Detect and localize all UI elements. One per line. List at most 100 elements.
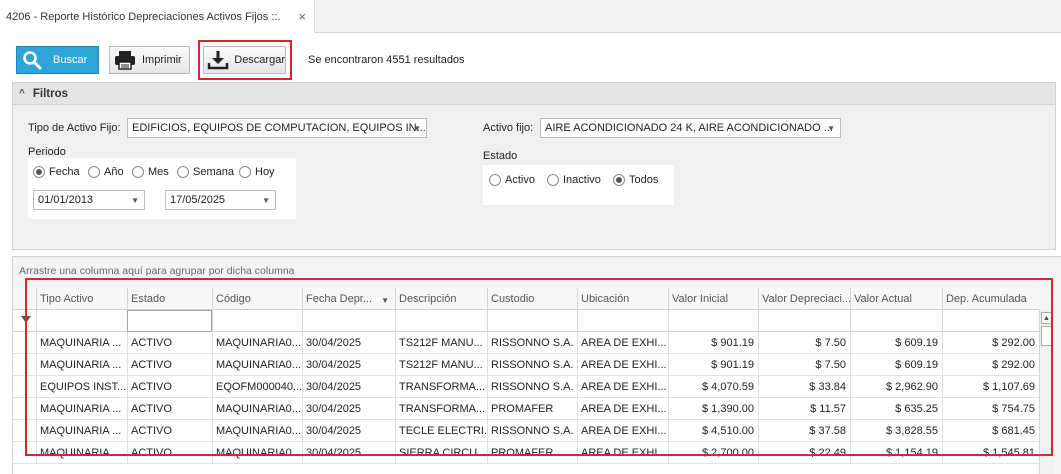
table-cell: ACTIVO — [127, 442, 212, 464]
period-radio-fecha[interactable]: Fecha — [33, 166, 80, 178]
print-button[interactable]: Imprimir — [109, 46, 190, 74]
table-cell: $ 7.50 — [758, 332, 850, 354]
scrollbar-thumb[interactable] — [1041, 326, 1052, 346]
table-row[interactable]: MAQUINARIA ... ACTIVO MAQUINARIA0... 30/04/… — [13, 332, 1039, 354]
filter-cell-descripcion[interactable] — [395, 310, 487, 332]
vertical-scrollbar[interactable]: ▲ — [1039, 310, 1053, 474]
period-radio-mes[interactable]: Mes — [132, 166, 169, 178]
table-cell: $ 2,700.00 — [668, 442, 758, 464]
filter-cell-tipo-activo[interactable] — [36, 310, 127, 332]
table-row[interactable]: MAQUINARIA ... ACTIVO MAQUINARIA0... 30/04/… — [13, 398, 1039, 420]
table-cell: $ 681.45 — [942, 420, 1039, 442]
period-radio-semana[interactable]: Semana — [177, 166, 234, 178]
column-header-ubicacion[interactable]: Ubicación — [577, 288, 668, 310]
table-cell: $ 11.57 — [758, 398, 850, 420]
search-button-label: Buscar — [53, 54, 88, 66]
printer-icon — [112, 47, 138, 73]
table-cell: $ 33.84 — [758, 376, 850, 398]
filter-cell-dep-acumulada[interactable] — [942, 310, 1039, 332]
table-cell: MAQUINARIA ... — [36, 398, 127, 420]
fixed-asset-select[interactable]: AIRE ACONDICIONADO 24 K, AIRE ACONDICION… — [540, 118, 841, 138]
table-cell: $ 754.75 — [942, 398, 1039, 420]
table-cell: $ 7.50 — [758, 354, 850, 376]
table-cell: 30/04/2025 — [302, 376, 395, 398]
filter-cell-ubicacion[interactable] — [577, 310, 668, 332]
table-cell: $ 609.19 — [850, 354, 942, 376]
column-header-dep-acumulada[interactable]: Dep. Acumulada — [942, 288, 1039, 310]
table-cell: TS212F MANU... — [395, 354, 487, 376]
table-row[interactable]: MAQUINARIA ... ACTIVO MAQUINARIA0... 30/04/… — [13, 420, 1039, 442]
search-icon — [19, 47, 45, 73]
tab-bar: 4206 - Reporte Histórico Depreciaciones … — [0, 0, 1061, 33]
status-radio-todos[interactable]: Todos — [613, 174, 658, 186]
filters-header[interactable]: ^ Filtros — [13, 83, 1055, 105]
table-cell: MAQUINARIA0... — [212, 442, 302, 464]
column-header-estado[interactable]: Estado — [127, 288, 212, 310]
date-from-picker[interactable]: 01/01/2013 ▼ — [33, 190, 145, 210]
table-cell: $ 1,154.19 — [850, 442, 942, 464]
table-cell: $ 901.19 — [668, 354, 758, 376]
table-cell: $ 4,070.59 — [668, 376, 758, 398]
table-cell: AREA DE EXHI... — [577, 420, 668, 442]
filter-cell-codigo[interactable] — [212, 310, 302, 332]
search-button[interactable]: Buscar — [16, 46, 99, 74]
table-cell: 30/04/2025 — [302, 442, 395, 464]
period-radio-ano[interactable]: Año — [88, 166, 124, 178]
table-cell: RISSONNO S.A. — [487, 420, 577, 442]
table-cell: $ 3,828.55 — [850, 420, 942, 442]
filter-cell-valor-inicial[interactable] — [668, 310, 758, 332]
filter-cell-fecha[interactable] — [302, 310, 395, 332]
results-count: Se encontraron 4551 resultados — [308, 54, 465, 66]
status-radio-inactivo[interactable]: Inactivo — [547, 174, 601, 186]
chevron-down-icon: ▼ — [131, 196, 139, 205]
table-cell: AREA DE EXHI... — [577, 442, 668, 464]
status-radio-activo[interactable]: Activo — [489, 174, 535, 186]
table-cell: MAQUINARIA ... — [36, 420, 127, 442]
table-cell: 30/04/2025 — [302, 420, 395, 442]
asset-type-select[interactable]: EDIFICIOS, EQUIPOS DE COMPUTACION, EQUIP… — [127, 118, 427, 138]
status-label: Estado — [483, 150, 518, 162]
filter-cell-valor-depreciacion[interactable] — [758, 310, 850, 332]
period-option-hoy: Hoy — [255, 166, 275, 178]
table-cell: MAQUINARIA0... — [212, 332, 302, 354]
download-highlight-box — [198, 40, 292, 80]
table-cell: $ 609.19 — [850, 332, 942, 354]
table-row[interactable]: MAQUINARIA ... ACTIVO MAQUINARIA0... 30/04/… — [13, 354, 1039, 376]
close-icon[interactable]: × — [298, 9, 306, 24]
fixed-asset-label: Activo fijo: — [483, 122, 534, 134]
column-header-tipo-activo[interactable]: Tipo Activo — [36, 288, 127, 310]
table-cell: EQUIPOS INST... — [36, 376, 127, 398]
report-tab[interactable]: 4206 - Reporte Histórico Depreciaciones … — [0, 0, 315, 33]
table-cell: PROMAFER — [487, 442, 577, 464]
filter-cell-valor-actual[interactable] — [850, 310, 942, 332]
filter-cell-estado[interactable] — [127, 310, 212, 332]
table-row[interactable]: EQUIPOS INST... ACTIVO EQOFM000040... 30/04… — [13, 376, 1039, 398]
table-cell: ACTIVO — [127, 376, 212, 398]
group-by-hint: Arrastre una columna aquí para agrupar p… — [19, 265, 295, 277]
filters-title: Filtros — [32, 87, 68, 100]
column-header-custodio[interactable]: Custodio — [487, 288, 577, 310]
table-cell: 30/04/2025 — [302, 332, 395, 354]
column-header-valor-inicial[interactable]: Valor Inicial — [668, 288, 758, 310]
filter-icon[interactable] — [21, 316, 31, 323]
table-cell: RISSONNO S.A. — [487, 376, 577, 398]
column-header-valor-actual[interactable]: Valor Actual — [850, 288, 942, 310]
table-cell: $ 22.49 — [758, 442, 850, 464]
period-label: Periodo — [28, 146, 66, 158]
table-cell: ACTIVO — [127, 332, 212, 354]
table-cell: $ 292.00 — [942, 354, 1039, 376]
column-header-descripcion[interactable]: Descripción — [395, 288, 487, 310]
column-header-codigo[interactable]: Código — [212, 288, 302, 310]
column-header-fecha[interactable]: Fecha Depr... ▼ — [302, 288, 395, 310]
table-row[interactable]: MAQUINARIA ... ACTIVO MAQUINARIA0... 30/04/… — [13, 442, 1039, 464]
radio-icon — [547, 174, 559, 186]
period-radio-hoy[interactable]: Hoy — [239, 166, 275, 178]
table-cell: $ 292.00 — [942, 332, 1039, 354]
column-header-valor-depreciacion[interactable]: Valor Depreciaci... — [758, 288, 850, 310]
table-cell: $ 4,510.00 — [668, 420, 758, 442]
radio-icon — [239, 166, 251, 178]
chevron-up-icon[interactable]: ^ — [19, 88, 25, 99]
scroll-up-icon[interactable]: ▲ — [1041, 312, 1052, 324]
filter-cell-custodio[interactable] — [487, 310, 577, 332]
date-to-picker[interactable]: 17/05/2025 ▼ — [165, 190, 276, 210]
